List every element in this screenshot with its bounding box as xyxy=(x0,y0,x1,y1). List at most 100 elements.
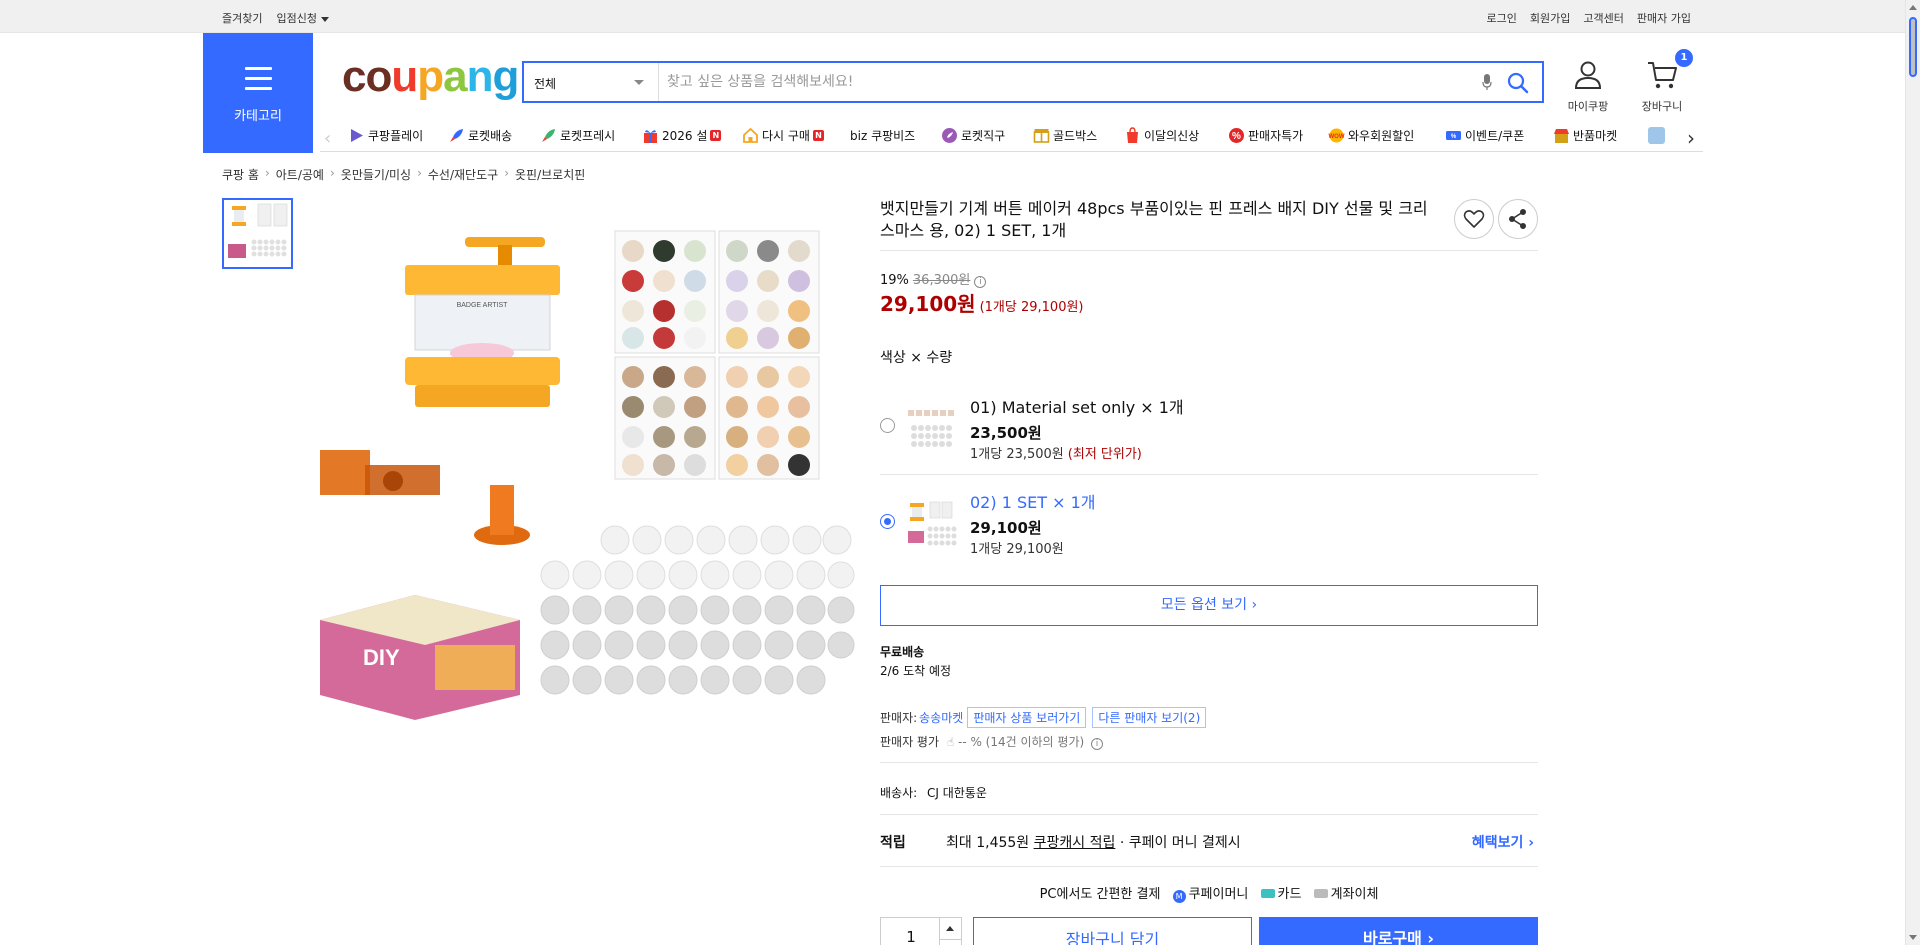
breadcrumb-home[interactable]: 쿠팡 홈 xyxy=(222,166,259,183)
share-button[interactable] xyxy=(1498,199,1538,239)
carrier-label: 배송사: xyxy=(880,786,918,800)
product-thumbnail-selected[interactable] xyxy=(222,198,293,269)
divider xyxy=(880,814,1538,815)
seller-rating-row: 판매자 평가 ☝ -- % (14건 이하의 평가) i xyxy=(880,733,1104,750)
new-badge: N xyxy=(812,130,824,141)
nav-prev-arrow-icon[interactable]: ‹ xyxy=(324,128,331,149)
new-badge: N xyxy=(710,130,722,141)
option-item-1-set[interactable]: 02) 1 SET × 1개 29,100원 1개당 29,100원 xyxy=(880,487,1538,569)
breadcrumb-item[interactable]: 수선/재단도구 xyxy=(428,166,498,183)
nav-item-events-coupons[interactable]: % 이벤트/쿠폰 xyxy=(1445,127,1524,144)
seller-signup-link[interactable]: 판매자 가입 xyxy=(1637,10,1691,26)
seller-name-link[interactable]: 송송마켓 xyxy=(919,709,963,726)
payment-method-bank: 계좌이체 xyxy=(1330,887,1379,902)
divider xyxy=(880,762,1538,763)
quantity-increase-button[interactable] xyxy=(939,918,961,940)
repurchase-icon xyxy=(743,127,758,143)
reward-tail: · 쿠페이 머니 결제시 xyxy=(1119,835,1241,851)
nav-item-lunar-new-year[interactable]: 2026 설 N xyxy=(642,127,722,144)
option-radio-selected[interactable] xyxy=(880,514,895,529)
nav-item-label: 쿠팡플레이 xyxy=(368,129,424,143)
scroll-up-arrow-icon[interactable] xyxy=(1909,5,1917,10)
nav-item-goldbox[interactable]: 골드박스 xyxy=(1033,127,1097,144)
quantity-input[interactable] xyxy=(881,928,941,945)
option-thumbnail xyxy=(906,499,958,547)
search-icon[interactable] xyxy=(1506,71,1530,95)
quantity-decrease-button[interactable] xyxy=(939,940,961,945)
nav-item-label: 반품마켓 xyxy=(1573,129,1618,143)
microphone-icon[interactable] xyxy=(1482,73,1492,91)
view-all-options-label: 모든 옵션 보기 xyxy=(1160,597,1248,613)
play-icon xyxy=(351,129,363,142)
cart-icon xyxy=(1648,62,1677,89)
nav-item-coupang-biz[interactable]: biz 쿠팡비즈 xyxy=(850,127,915,144)
svg-text:%: % xyxy=(1451,134,1457,140)
thumbs-up-icon: ☝ xyxy=(946,735,955,749)
signup-link[interactable]: 회원가입 xyxy=(1530,10,1570,26)
option-item-material-set[interactable]: 01) Material set only × 1개 23,500원 1개당 2… xyxy=(880,392,1538,474)
buy-now-label: 바로구매 xyxy=(1362,929,1422,945)
nav-item-rocket-direct[interactable]: 로켓직구 xyxy=(941,127,1005,144)
reward-max: 최대 1,455원 xyxy=(946,835,1030,851)
nav-item-new-arrivals[interactable]: 이달의신상 xyxy=(1124,127,1199,144)
pc-payment-row: PC에서도 간편한 결제 M 쿠페이머니 카드 계좌이체 xyxy=(880,883,1538,903)
other-sellers-button[interactable]: 다른 판매자 보기(2) xyxy=(1092,707,1207,728)
nav-item-coupang-play[interactable]: 쿠팡플레이 xyxy=(348,127,423,144)
search-input[interactable] xyxy=(667,69,1447,95)
option-unit-price: 1개당 29,100원 xyxy=(970,542,1064,557)
nav-item-label: 판매자특가 xyxy=(1248,129,1304,143)
login-link[interactable]: 로그인 xyxy=(1487,10,1517,26)
breadcrumb-item[interactable]: 옷만들기/미싱 xyxy=(341,166,411,183)
caret-down-icon xyxy=(320,16,329,22)
nav-item-label: 로켓프레시 xyxy=(560,129,616,143)
view-all-options-button[interactable]: 모든 옵션 보기 › xyxy=(880,585,1538,626)
svg-text:WOW: WOW xyxy=(1329,134,1345,140)
page-scrollbar[interactable] xyxy=(1905,0,1920,945)
coupang-cash-link[interactable]: 쿠팡캐시 적립 xyxy=(1034,835,1116,851)
hamburger-icon xyxy=(245,67,272,90)
percent-icon: % xyxy=(1229,128,1244,143)
breadcrumb-item[interactable]: 옷핀/브로치핀 xyxy=(515,166,585,183)
nav-item-wow-discount[interactable]: WOW 와우회원할인 xyxy=(1328,127,1414,144)
nav-item-partial[interactable] xyxy=(1648,127,1665,144)
cart-button[interactable]: 1 장바구니 xyxy=(1637,49,1693,114)
wishlist-button[interactable] xyxy=(1454,199,1494,239)
seller-rating-value: -- % (14건 이하의 평가) xyxy=(957,735,1085,749)
option-radio[interactable] xyxy=(880,418,895,433)
customer-center-link[interactable]: 고객센터 xyxy=(1583,10,1623,26)
info-icon[interactable]: i xyxy=(1091,738,1104,750)
chevron-right-icon: › xyxy=(329,166,335,180)
nav-item-label: biz 쿠팡비즈 xyxy=(850,129,916,143)
search-category-value: 전체 xyxy=(534,77,557,91)
carrier-name: CJ 대한통운 xyxy=(927,786,987,800)
mypage-button[interactable]: 마이쿠팡 xyxy=(1563,60,1613,114)
partial-category-icon xyxy=(1648,127,1665,144)
view-seller-products-button[interactable]: 판매자 상품 보러가기 xyxy=(967,707,1087,728)
search-category-select[interactable]: 전체 xyxy=(524,63,659,101)
info-icon[interactable]: i xyxy=(974,276,987,288)
seller-apply-dropdown[interactable]: 입점신청 xyxy=(276,10,329,26)
add-to-cart-button[interactable]: 장바구니 담기 xyxy=(973,917,1252,945)
buy-now-button[interactable]: 바로구매 › xyxy=(1259,917,1538,945)
nav-next-arrow-icon[interactable]: › xyxy=(1687,126,1695,150)
nav-item-return-market[interactable]: 반품마켓 xyxy=(1553,127,1617,144)
nav-item-rocket-delivery[interactable]: 로켓배송 xyxy=(448,127,512,144)
reward-row: 적립 최대 1,455원 쿠팡캐시 적립 · 쿠페이 머니 결제시 혜택보기 › xyxy=(880,832,1538,852)
coupang-logo[interactable]: coupang xyxy=(342,55,519,99)
category-menu-button[interactable]: 카테고리 xyxy=(203,33,313,153)
view-benefits-link[interactable]: 혜택보기 › xyxy=(1472,832,1534,852)
nav-item-rocket-fresh[interactable]: 로켓프레시 xyxy=(540,127,615,144)
scroll-thumb[interactable] xyxy=(1909,17,1917,77)
nav-item-label: 2026 설 xyxy=(662,129,708,143)
new-icon xyxy=(1127,127,1138,143)
carrier-row: 배송사: CJ 대한통운 xyxy=(880,784,987,801)
scroll-down-arrow-icon[interactable] xyxy=(1909,935,1917,940)
reward-text: 최대 1,455원 쿠팡캐시 적립 · 쿠페이 머니 결제시 xyxy=(946,832,1241,852)
share-icon xyxy=(1509,209,1526,229)
nav-item-seller-deals[interactable]: % 판매자특가 xyxy=(1228,127,1303,144)
nav-item-repurchase[interactable]: 다시 구매 N xyxy=(742,127,824,144)
breadcrumb-item[interactable]: 아트/공예 xyxy=(276,166,324,183)
option-unit-row: 1개당 29,100원 xyxy=(970,538,1064,557)
bookmark-link[interactable]: 즐겨찾기 xyxy=(222,10,262,26)
chevron-right-icon: › xyxy=(504,166,509,180)
